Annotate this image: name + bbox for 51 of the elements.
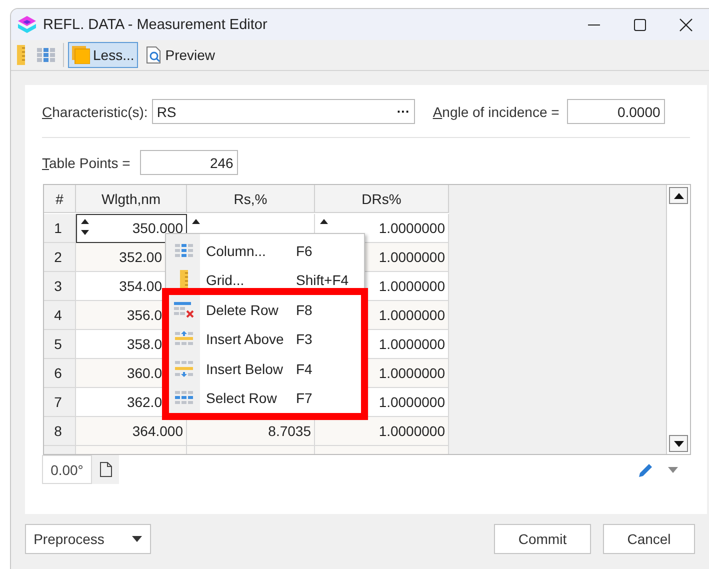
row-number: 7 (44, 388, 76, 417)
toolbar-button[interactable]: Less... (68, 42, 138, 68)
caret-icon[interactable] (668, 466, 678, 472)
row-number: 2 (44, 243, 76, 272)
column-icon (175, 244, 193, 258)
app-logo-icon (17, 14, 37, 34)
scroll-down-icon[interactable] (669, 435, 688, 452)
spin-arrows-icon[interactable] (79, 217, 91, 237)
window-title: REFL. DATA - Measurement Editor (43, 16, 268, 32)
caret-icon (132, 536, 142, 542)
table-points-field[interactable]: 246 (140, 150, 238, 175)
column-header[interactable]: # (44, 185, 76, 213)
document-icon (100, 462, 112, 477)
row-number: 3 (44, 272, 76, 301)
row-number: 6 (44, 359, 76, 388)
maximize-icon[interactable] (634, 18, 646, 30)
row-number: 5 (44, 330, 76, 359)
delete-row-icon (174, 302, 194, 318)
select-row-icon (175, 391, 193, 406)
spin-arrows-icon[interactable] (190, 217, 202, 226)
ruler-icon (17, 45, 25, 65)
row-number: 1 (44, 214, 76, 243)
field-label: Characteristic(s): (42, 104, 148, 120)
folders-icon (72, 46, 90, 64)
pencil-icon[interactable] (638, 462, 654, 478)
row-number: 8 (44, 417, 76, 446)
dialog-button[interactable]: Cancel (603, 524, 695, 554)
minimize-icon[interactable] (588, 24, 600, 26)
column-header[interactable]: DRs% (315, 185, 449, 213)
document-button[interactable] (92, 455, 119, 484)
dialog-button[interactable]: Commit (494, 524, 591, 554)
scroll-up-icon[interactable] (669, 187, 688, 204)
angle-field[interactable]: 0.0000 (567, 99, 666, 124)
characteristic-field[interactable]: RS ··· (152, 99, 415, 124)
column-header[interactable]: Rs,% (187, 185, 315, 213)
spin-arrows-icon[interactable] (318, 217, 330, 226)
insert-above-icon (175, 331, 193, 348)
close-icon[interactable] (679, 18, 693, 32)
dropdown-button[interactable]: Preprocess (25, 524, 151, 554)
browse-button[interactable]: ··· (396, 104, 410, 119)
toolbar-button[interactable]: Preview (142, 42, 220, 68)
insert-below-icon (175, 360, 193, 377)
document-search-icon (146, 46, 162, 64)
vertical-scrollbar[interactable] (666, 185, 690, 454)
field-label: Table Points = (42, 154, 130, 170)
row-number: 4 (44, 301, 76, 330)
field-label: Angle of incidence = (432, 104, 560, 120)
grid-icon (37, 48, 55, 62)
angle-readout: 0.00° (42, 455, 92, 484)
column-header[interactable]: Wlgth,nm (76, 185, 187, 213)
ruler-icon (180, 270, 188, 290)
